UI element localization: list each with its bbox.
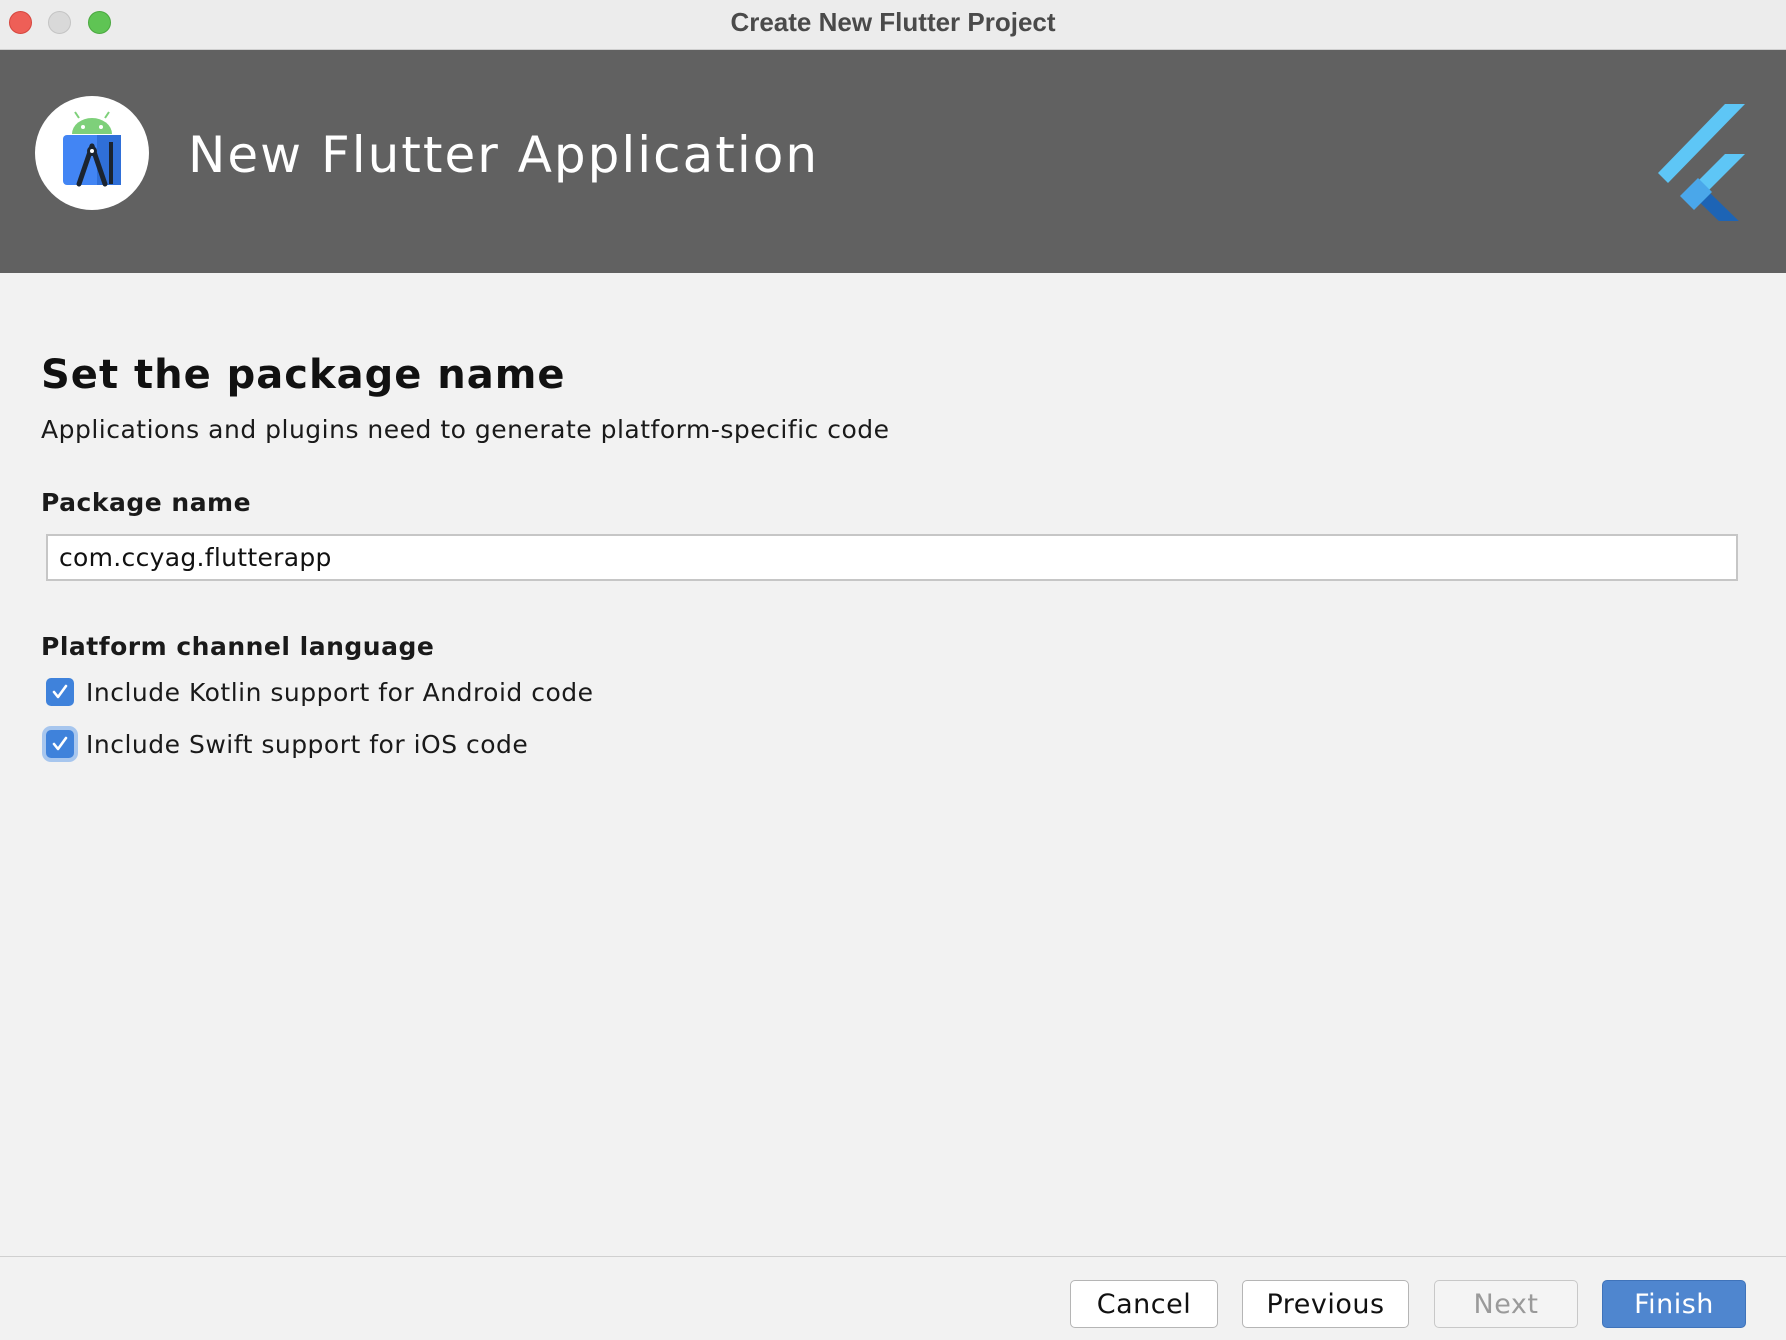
kotlin-support-label[interactable]: Include Kotlin support for Android code [86,678,594,707]
package-name-input[interactable] [46,534,1738,581]
banner-title: New Flutter Application [188,126,820,184]
platform-channel-label: Platform channel language [41,632,435,661]
checkmark-icon [52,684,68,699]
android-studio-icon [35,96,149,210]
finish-button[interactable]: Finish [1602,1280,1746,1328]
section-heading: Set the package name [41,352,566,398]
package-name-label: Package name [41,488,252,517]
previous-button[interactable]: Previous [1242,1280,1409,1328]
cancel-button[interactable]: Cancel [1070,1280,1218,1328]
swift-support-checkbox[interactable] [46,730,74,758]
flutter-logo-icon [1640,91,1750,227]
swift-support-label[interactable]: Include Swift support for iOS code [86,730,528,759]
next-button[interactable]: Next [1434,1280,1578,1328]
window-title: Create New Flutter Project [730,7,1056,37]
dialog-window: Create New Flutter Project New Flutter A… [0,0,1786,1340]
title-bar: Create New Flutter Project [0,0,1786,50]
footer-divider [0,1256,1786,1257]
header-banner: New Flutter Application [0,50,1786,273]
checkmark-icon [52,736,68,751]
kotlin-support-option[interactable]: Include Kotlin support for Android code [41,675,594,709]
kotlin-support-checkbox[interactable] [46,678,74,706]
section-description: Applications and plugins need to generat… [41,415,890,444]
swift-support-option[interactable]: Include Swift support for iOS code [41,727,528,761]
